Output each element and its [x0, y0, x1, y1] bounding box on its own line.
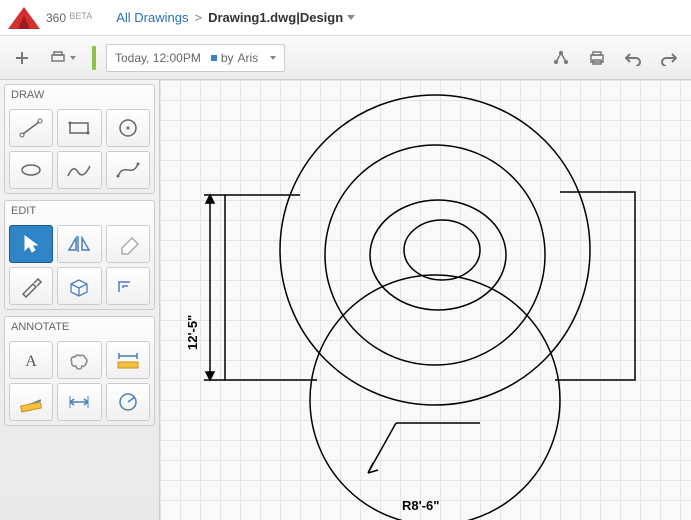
linear-dimension-tool[interactable]	[106, 341, 150, 379]
author-name: Aris	[238, 51, 259, 65]
chevron-down-icon[interactable]	[270, 56, 276, 60]
mirror-tool[interactable]	[57, 225, 101, 263]
breadcrumb: All Drawings > Drawing1.dwg | Design	[116, 10, 355, 25]
brand-text: 360 BETA	[46, 11, 92, 25]
main-toolbar: Today, 12:00PM by Aris	[0, 36, 691, 80]
revision-status[interactable]: Today, 12:00PM by Aris	[106, 44, 285, 72]
breadcrumb-separator: >	[194, 10, 202, 25]
select-tool[interactable]	[9, 225, 53, 263]
chevron-down-icon[interactable]	[347, 15, 355, 20]
aligned-dimension-tool[interactable]	[9, 383, 53, 421]
draw-palette-title: DRAW	[5, 85, 154, 105]
radius-dimension-label: R8'-6"	[402, 498, 439, 513]
drawing-canvas[interactable]: 12'-5" R8'-6"	[160, 80, 691, 520]
print-menu-button[interactable]	[44, 44, 82, 72]
app-header: 360 BETA All Drawings > Drawing1.dwg | D…	[0, 0, 691, 36]
breadcrumb-mode[interactable]: Design	[300, 10, 343, 25]
circle-tool[interactable]	[106, 109, 150, 147]
vertical-dimension-label: 12'-5"	[185, 315, 200, 350]
edit-palette-title: EDIT	[5, 201, 154, 221]
add-button[interactable]	[8, 44, 36, 72]
edit-palette: EDIT	[4, 200, 155, 310]
print-button[interactable]	[583, 44, 611, 72]
breadcrumb-file: Drawing1.dwg	[208, 10, 296, 25]
erase-tool[interactable]	[106, 225, 150, 263]
spline-tool[interactable]	[106, 151, 150, 189]
app-logo	[4, 3, 44, 33]
brand-number: 360	[46, 11, 66, 25]
eyedropper-tool[interactable]	[9, 267, 53, 305]
ellipse-tool[interactable]	[9, 151, 53, 189]
svg-text:A: A	[25, 353, 37, 370]
revision-timestamp: Today, 12:00PM	[115, 51, 201, 65]
offset-tool[interactable]	[106, 267, 150, 305]
horizontal-dimension-tool[interactable]	[57, 383, 101, 421]
undo-button[interactable]	[619, 44, 647, 72]
annotate-palette: ANNOTATE A	[4, 316, 155, 426]
breadcrumb-root-link[interactable]: All Drawings	[116, 10, 188, 25]
draw-palette: DRAW	[4, 84, 155, 194]
drawing-content	[160, 80, 691, 520]
redo-button[interactable]	[655, 44, 683, 72]
text-tool[interactable]: A	[9, 341, 53, 379]
author-color-dot	[211, 55, 217, 61]
tool-sidebar: DRAW EDIT ANNOTATE	[0, 80, 160, 520]
radius-dimension-tool[interactable]	[106, 383, 150, 421]
share-button[interactable]	[547, 44, 575, 72]
annotate-palette-title: ANNOTATE	[5, 317, 154, 337]
revision-author: by Aris	[211, 51, 258, 65]
toolbar-divider	[92, 46, 96, 70]
workspace: DRAW EDIT ANNOTATE	[0, 80, 691, 520]
chevron-down-icon	[70, 56, 76, 60]
freehand-tool[interactable]	[57, 151, 101, 189]
box-tool[interactable]	[57, 267, 101, 305]
brand-beta: BETA	[69, 11, 92, 21]
author-prefix: by	[221, 51, 234, 65]
rectangle-tool[interactable]	[57, 109, 101, 147]
cloud-tool[interactable]	[57, 341, 101, 379]
line-tool[interactable]	[9, 109, 53, 147]
